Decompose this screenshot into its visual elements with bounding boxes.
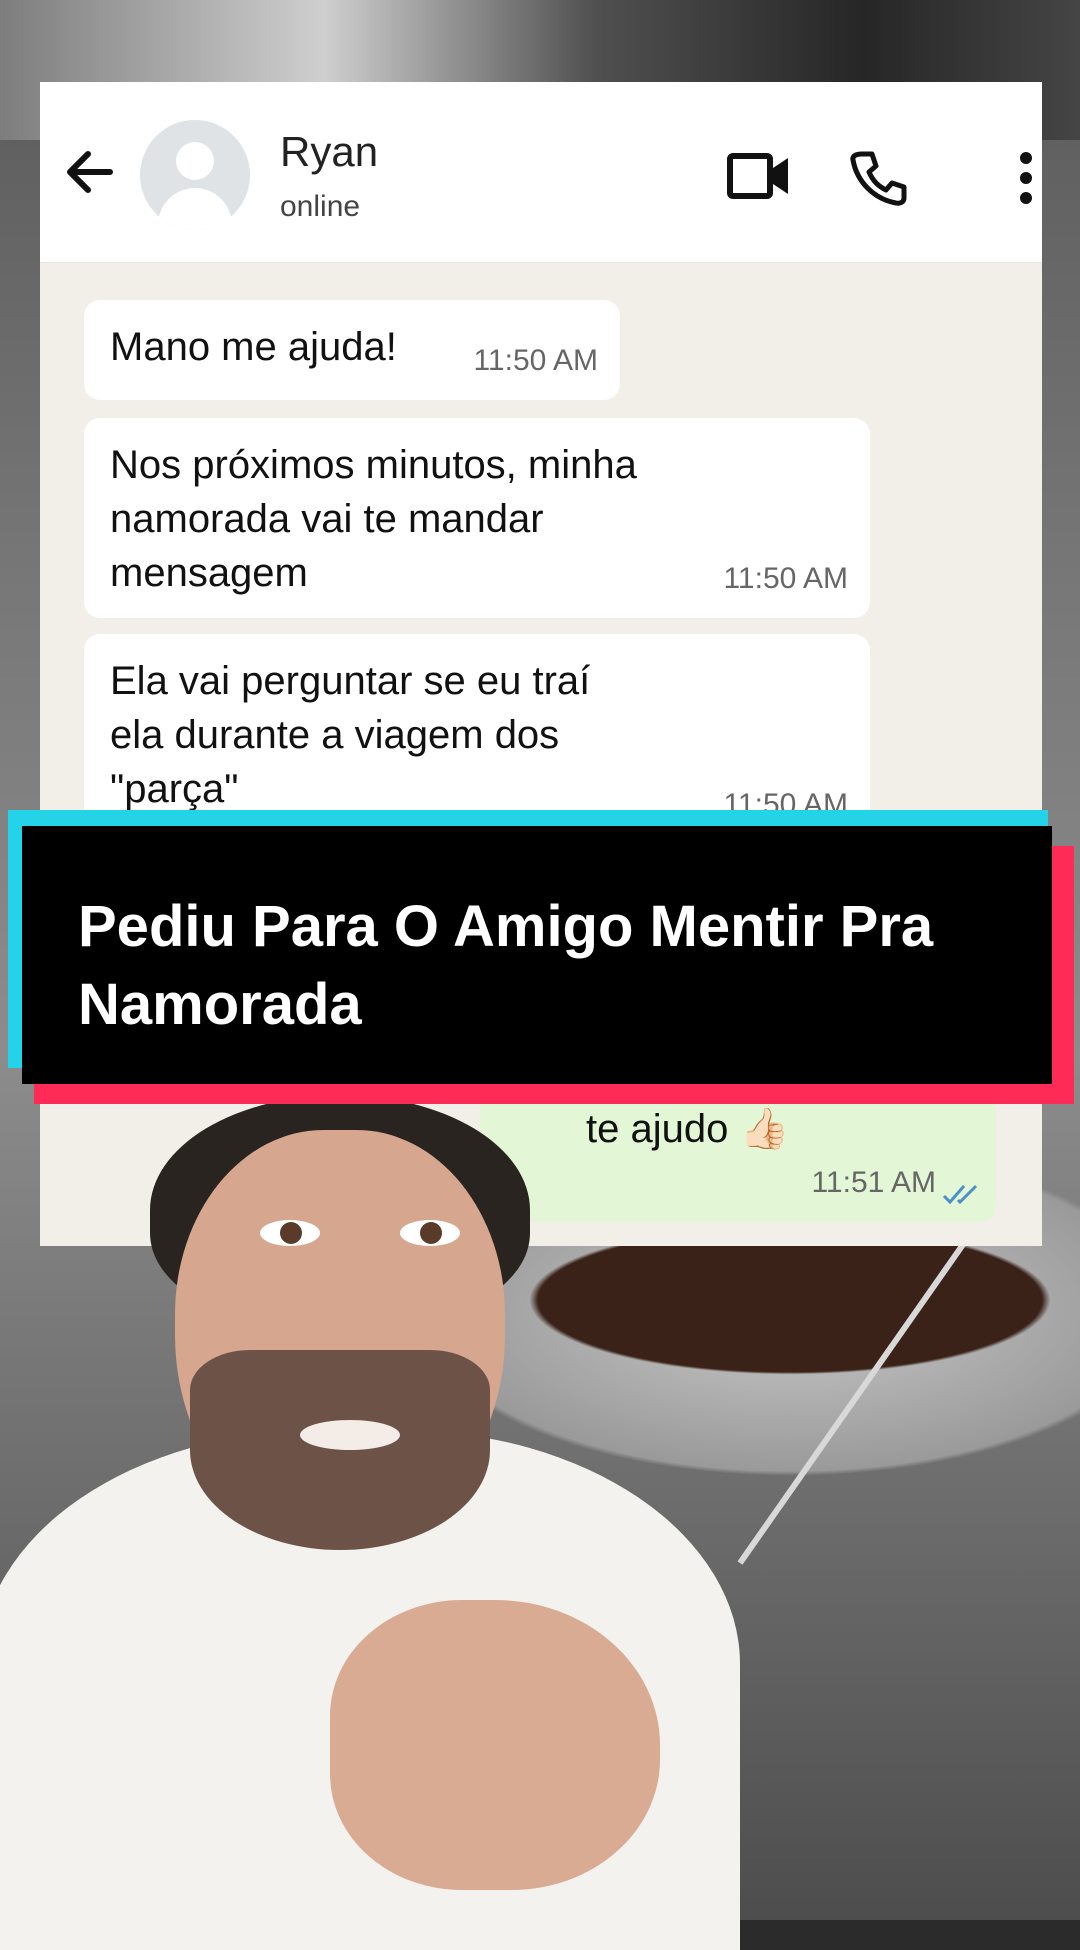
message-bubble: Nos próximos minutos, minha namorada vai…	[84, 418, 870, 618]
double-check-icon	[942, 1184, 978, 1205]
phone-icon[interactable]	[848, 148, 908, 208]
person-mouth	[300, 1420, 400, 1450]
avatar[interactable]	[140, 120, 250, 230]
chat-header: Ryan online	[40, 82, 1042, 263]
reply-time: 11:51 AM	[811, 1166, 936, 1199]
reply-text: te ajudo 👍🏻	[586, 1107, 790, 1151]
person-beard	[190, 1350, 490, 1550]
back-arrow-icon[interactable]	[60, 142, 130, 202]
contact-status: online	[280, 190, 361, 223]
video-call-icon[interactable]	[726, 148, 792, 204]
video-title: Pediu Para O Amigo Mentir Pra Namorada	[78, 894, 934, 1037]
message-bubble: Mano me ajuda! 11:50 AM	[84, 300, 620, 400]
message-time: 11:50 AM	[473, 344, 598, 377]
person-eye	[260, 1220, 320, 1246]
contact-name[interactable]: Ryan	[280, 128, 378, 176]
person-hand	[330, 1600, 660, 1890]
person-eye	[400, 1220, 460, 1246]
message-time: 11:50 AM	[723, 562, 848, 595]
more-vert-icon[interactable]	[1016, 148, 1036, 208]
